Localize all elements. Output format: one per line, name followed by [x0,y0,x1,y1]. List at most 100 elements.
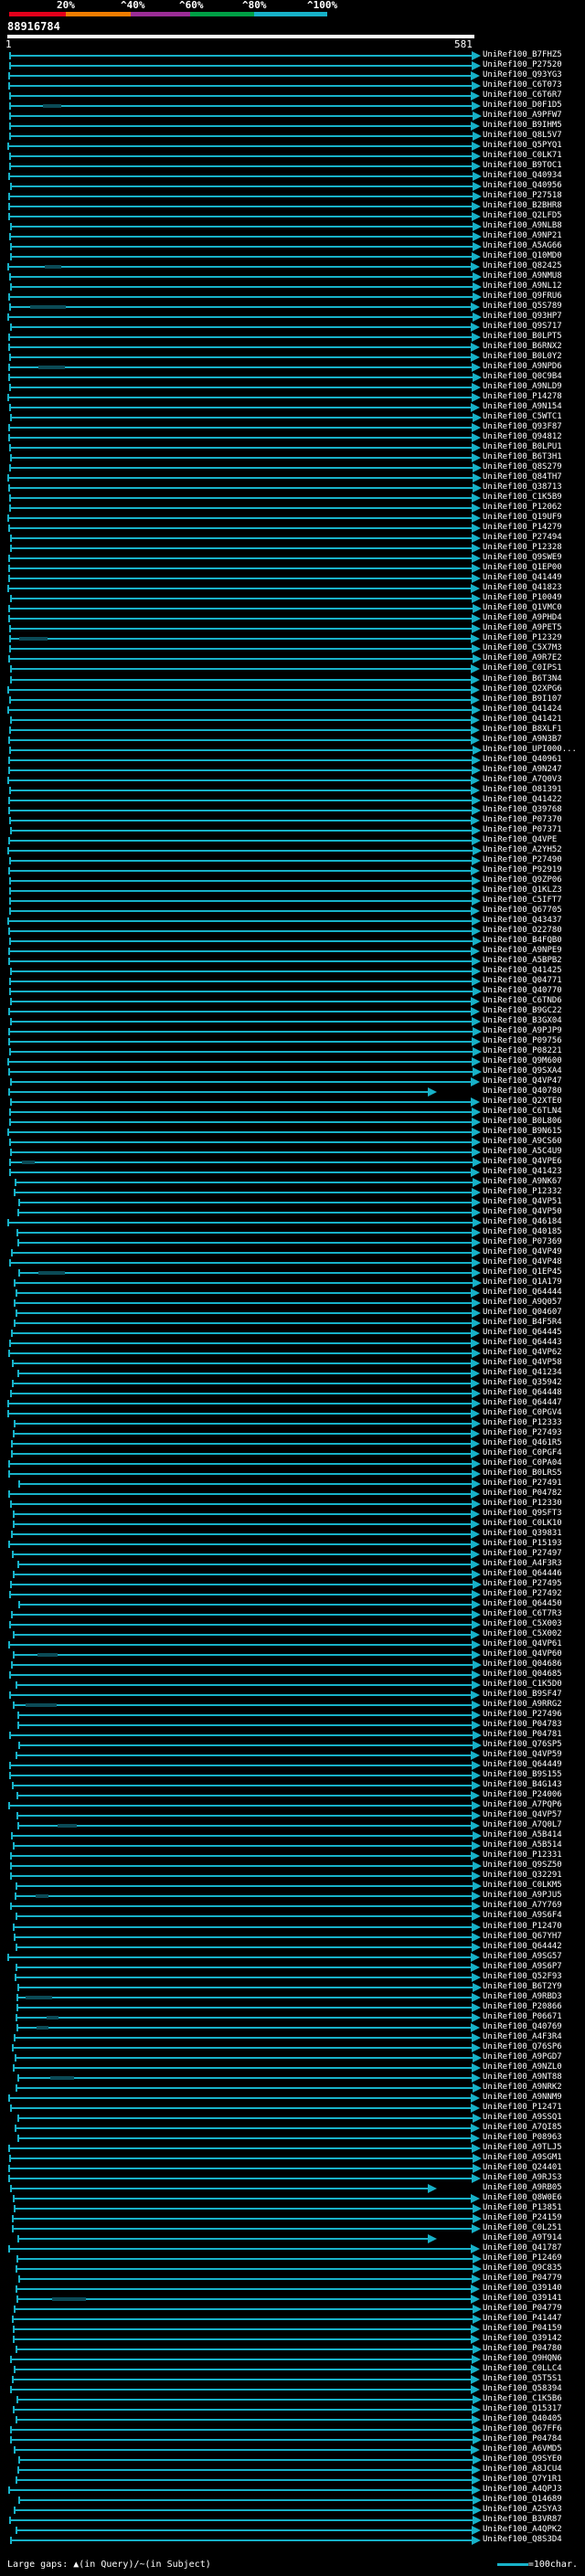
hit-row[interactable]: UniRef100_Q64448 [0,1388,585,1399]
hit-accession-label[interactable]: UniRef100_C5WTC1 [483,412,562,422]
hit-accession-label[interactable]: UniRef100_P12062 [483,503,562,513]
hit-accession-label[interactable]: UniRef100_P27490 [483,855,562,865]
hit-accession-label[interactable]: UniRef100_Q15317 [483,2404,562,2414]
hit-row[interactable]: UniRef100_A9PHD4 [0,613,585,624]
hit-row[interactable]: UniRef100_P12330 [0,1499,585,1510]
hit-accession-label[interactable]: UniRef100_A9RBD3 [483,1992,562,2002]
hit-row[interactable]: UniRef100_B6RNX2 [0,342,585,353]
hit-row[interactable]: UniRef100_B3GX04 [0,1016,585,1026]
hit-accession-label[interactable]: UniRef100_P27491 [483,1479,562,1489]
hit-accession-label[interactable]: UniRef100_B3GX04 [483,1016,562,1026]
hit-accession-label[interactable]: UniRef100_Q461R5 [483,1438,562,1448]
hit-accession-label[interactable]: UniRef100_P14279 [483,523,562,533]
hit-row[interactable]: UniRef100_P20866 [0,2002,585,2012]
hit-row[interactable]: UniRef100_Q9SFT3 [0,1509,585,1520]
hit-row[interactable]: UniRef100_Q64444 [0,1288,585,1298]
hit-row[interactable]: UniRef100_B3VR87 [0,2515,585,2525]
hit-row[interactable]: UniRef100_Q04771 [0,976,585,986]
hit-row[interactable]: UniRef100_P04783 [0,1720,585,1731]
hit-accession-label[interactable]: UniRef100_P07369 [483,1237,562,1247]
hit-row[interactable]: UniRef100_C0PGF4 [0,1448,585,1459]
hit-accession-label[interactable]: UniRef100_A8JCU4 [483,2465,562,2475]
hit-accession-label[interactable]: UniRef100_A4F3R3 [483,1559,562,1569]
hit-accession-label[interactable]: UniRef100_A5AG66 [483,241,562,251]
hit-row[interactable]: UniRef100_Q9SYE0 [0,2454,585,2465]
hit-accession-label[interactable]: UniRef100_B0L0Y2 [483,352,562,362]
hit-accession-label[interactable]: UniRef100_A9NNM9 [483,2093,562,2103]
hit-row[interactable]: UniRef100_A9N3B7 [0,735,585,745]
hit-row[interactable]: UniRef100_Q04686 [0,1659,585,1670]
hit-accession-label[interactable]: UniRef100_B9IHM5 [483,121,562,131]
hit-accession-label[interactable]: UniRef100_A9NT88 [483,2072,562,2083]
hit-accession-label[interactable]: UniRef100_Q40769 [483,2022,562,2032]
hit-accession-label[interactable]: UniRef100_Q4VP49 [483,1247,562,1257]
hit-row[interactable]: UniRef100_C0PA04 [0,1458,585,1469]
hit-row[interactable]: UniRef100_Q9ZP06 [0,875,585,885]
hit-row[interactable]: UniRef100_P27495 [0,1579,585,1590]
hit-accession-label[interactable]: UniRef100_P08963 [483,2133,562,2143]
hit-row[interactable]: UniRef100_O22780 [0,926,585,936]
hit-row[interactable]: UniRef100_C1K5D0 [0,1680,585,1691]
hit-accession-label[interactable]: UniRef100_C5X003 [483,1619,562,1629]
hit-row[interactable]: UniRef100_Q9S717 [0,322,585,333]
hit-accession-label[interactable]: UniRef100_Q4VP60 [483,1649,562,1659]
hit-accession-label[interactable]: UniRef100_A7PQP6 [483,1800,562,1810]
hit-row[interactable]: UniRef100_Q4VP57 [0,1810,585,1821]
hit-row[interactable]: UniRef100_C0LK10 [0,1519,585,1530]
hit-accession-label[interactable]: UniRef100_Q8S3D4 [483,2535,562,2545]
hit-accession-label[interactable]: UniRef100_P04783 [483,1720,562,1730]
hit-row[interactable]: UniRef100_A7QI85 [0,2123,585,2133]
hit-accession-label[interactable]: UniRef100_Q52F93 [483,1972,562,1982]
hit-accession-label[interactable]: UniRef100_Q14689 [483,2495,562,2505]
hit-accession-label[interactable]: UniRef100_O22780 [483,926,562,936]
hit-row[interactable]: UniRef100_O81391 [0,785,585,795]
hit-row[interactable]: UniRef100_A9SG57 [0,1952,585,1962]
hit-accession-label[interactable]: UniRef100_A5B514 [483,1840,562,1850]
hit-row[interactable]: UniRef100_P07369 [0,1237,585,1247]
hit-accession-label[interactable]: UniRef100_Q93HP7 [483,312,562,322]
hit-row[interactable]: UniRef100_Q76SP5 [0,1740,585,1751]
hit-accession-label[interactable]: UniRef100_P07370 [483,815,562,825]
hit-row[interactable]: UniRef100_Q41424 [0,705,585,715]
hit-row[interactable]: UniRef100_P27492 [0,1589,585,1600]
hit-row[interactable]: UniRef100_UPI000... [0,745,585,755]
hit-accession-label[interactable]: UniRef100_A9N3B7 [483,735,562,745]
hit-accession-label[interactable]: UniRef100_A9PJP9 [483,1026,562,1036]
hit-row[interactable]: UniRef100_B9GC22 [0,1006,585,1016]
hit-accession-label[interactable]: UniRef100_Q9FRU6 [483,292,562,302]
hit-row[interactable]: UniRef100_B8XLF1 [0,725,585,735]
hit-accession-label[interactable]: UniRef100_Q67YH7 [483,1932,562,1942]
hit-accession-label[interactable]: UniRef100_Q40961 [483,755,562,765]
hit-accession-label[interactable]: UniRef100_C0PA04 [483,1458,562,1468]
hit-row[interactable]: UniRef100_A8JCU4 [0,2465,585,2475]
hit-accession-label[interactable]: UniRef100_Q84TH7 [483,472,562,482]
hit-row[interactable]: UniRef100_C1K5B6 [0,2394,585,2404]
hit-row[interactable]: UniRef100_Q9HQN6 [0,2354,585,2364]
hit-row[interactable]: UniRef100_Q04685 [0,1670,585,1680]
hit-row[interactable]: UniRef100_Q64445 [0,1328,585,1339]
hit-accession-label[interactable]: UniRef100_Q39140 [483,2284,562,2294]
hit-row[interactable]: UniRef100_Q4VP62 [0,1348,585,1359]
hit-row[interactable]: UniRef100_Q40780 [0,1087,585,1097]
hit-accession-label[interactable]: UniRef100_C0LKM5 [483,1881,562,1891]
hit-accession-label[interactable]: UniRef100_Q41423 [483,1167,562,1177]
hit-accession-label[interactable]: UniRef100_Q4VP47 [483,1076,562,1087]
hit-accession-label[interactable]: UniRef100_P92919 [483,865,562,875]
hit-row[interactable]: UniRef100_Q8S3D4 [0,2535,585,2545]
hit-row[interactable]: UniRef100_A9RJS3 [0,2173,585,2183]
hit-row[interactable]: UniRef100_B6T2Y9 [0,1982,585,1992]
hit-accession-label[interactable]: UniRef100_B0LPU1 [483,442,562,452]
hit-accession-label[interactable]: UniRef100_B9SF47 [483,1690,562,1700]
hit-row[interactable]: UniRef100_Q4VP47 [0,1076,585,1087]
hit-accession-label[interactable]: UniRef100_A5BPB2 [483,956,562,966]
hit-accession-label[interactable]: UniRef100_P12330 [483,1499,562,1509]
hit-row[interactable]: UniRef100_B9N615 [0,1127,585,1137]
hit-accession-label[interactable]: UniRef100_B4G143 [483,1780,562,1790]
hit-row[interactable]: UniRef100_A9T914 [0,2233,585,2243]
hit-row[interactable]: UniRef100_B0L0Y2 [0,352,585,363]
hit-row[interactable]: UniRef100_P27496 [0,1710,585,1721]
hit-row[interactable]: UniRef100_Q67705 [0,906,585,916]
hit-accession-label[interactable]: UniRef100_A9NLD9 [483,382,562,392]
hit-accession-label[interactable]: UniRef100_P14278 [483,392,562,402]
hit-row[interactable]: UniRef100_Q2XPG6 [0,684,585,694]
